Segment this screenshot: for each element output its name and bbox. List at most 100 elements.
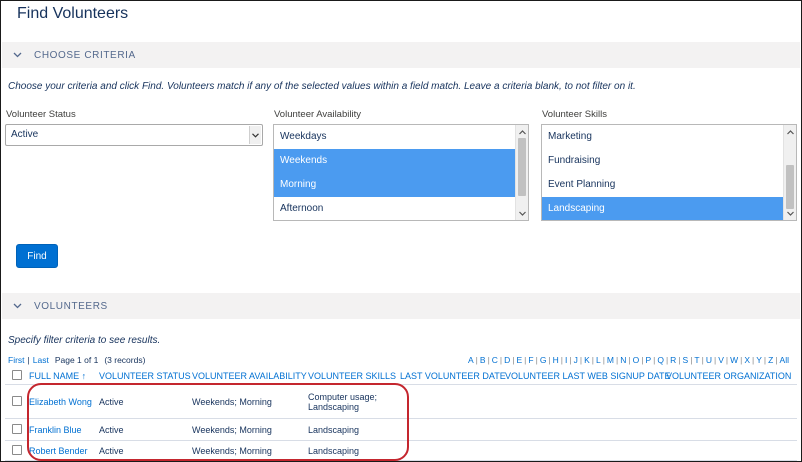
- alpha-letter-d[interactable]: D: [504, 355, 510, 365]
- alpha-letter-all[interactable]: All: [780, 355, 789, 365]
- volunteer-skills-label: Volunteer Skills: [542, 109, 607, 120]
- results-table: FULL NAME ↑ VOLUNTEER STATUS VOLUNTEER A…: [5, 368, 797, 461]
- volunteer-status-label: Volunteer Status: [6, 109, 76, 120]
- alpha-letter-p[interactable]: P: [645, 355, 651, 365]
- first-page-link[interactable]: First: [8, 355, 25, 365]
- alpha-letter-h[interactable]: H: [553, 355, 559, 365]
- alpha-letter-z[interactable]: Z: [768, 355, 773, 365]
- alpha-separator: |: [725, 355, 729, 365]
- page-info: Page 1 of 1: [54, 355, 99, 365]
- scroll-thumb[interactable]: [518, 138, 526, 196]
- alpha-letter-b[interactable]: B: [480, 355, 486, 365]
- availability-option[interactable]: Morning: [274, 173, 528, 197]
- alpha-separator: |: [487, 355, 490, 365]
- status-cell: Active: [99, 396, 124, 407]
- col-full-name[interactable]: FULL NAME ↑: [29, 371, 99, 381]
- alpha-letter-y[interactable]: Y: [756, 355, 762, 365]
- pager: First | Last Page 1 of 1 (3 records): [8, 355, 145, 365]
- volunteer-status-value: Active: [11, 129, 39, 140]
- table-row: Elizabeth Wong Active Weekends; Morning …: [5, 385, 797, 419]
- alpha-letter-q[interactable]: Q: [657, 355, 664, 365]
- alpha-letter-i[interactable]: I: [565, 355, 567, 365]
- col-volunteer-status[interactable]: VOLUNTEER STATUS: [99, 371, 192, 381]
- alpha-separator: |: [579, 355, 583, 365]
- skills-option[interactable]: Marketing: [542, 125, 796, 149]
- alpha-letter-o[interactable]: O: [633, 355, 640, 365]
- criteria-instructions: Choose your criteria and click Find. Vol…: [8, 81, 636, 92]
- col-volunteer-availability[interactable]: VOLUNTEER AVAILABILITY: [192, 371, 308, 381]
- alpha-separator: |: [678, 355, 681, 365]
- alpha-separator: |: [535, 355, 538, 365]
- col-last-web-signup-date[interactable]: VOLUNTEER LAST WEB SIGNUP DATE: [505, 371, 671, 381]
- alpha-separator: |: [775, 355, 778, 365]
- status-cell: Active: [99, 424, 124, 435]
- scroll-down-icon[interactable]: [516, 207, 528, 219]
- alpha-letter-r[interactable]: R: [670, 355, 676, 365]
- skills-line: Computer usage;: [308, 391, 378, 402]
- scroll-up-icon[interactable]: [784, 126, 796, 138]
- chevron-down-icon[interactable]: [10, 299, 24, 313]
- availability-cell: Weekends; Morning: [192, 424, 272, 435]
- alpha-letter-g[interactable]: G: [540, 355, 547, 365]
- last-page-link[interactable]: Last: [33, 355, 49, 365]
- alpha-letter-u[interactable]: U: [706, 355, 712, 365]
- volunteer-status-select[interactable]: Active: [5, 124, 263, 146]
- alpha-separator: |: [628, 355, 631, 365]
- alpha-letter-t[interactable]: T: [694, 355, 699, 365]
- alpha-separator: |: [690, 355, 693, 365]
- skills-option[interactable]: Landscaping: [542, 197, 796, 220]
- alpha-separator: |: [591, 355, 594, 365]
- skills-scrollbar[interactable]: [783, 125, 796, 220]
- alpha-letter-e[interactable]: E: [517, 355, 523, 365]
- col-volunteer-skills[interactable]: VOLUNTEER SKILLS: [308, 371, 400, 381]
- scroll-down-icon[interactable]: [784, 207, 796, 219]
- alpha-letter-l[interactable]: L: [596, 355, 601, 365]
- availability-option[interactable]: Weekdays: [274, 125, 528, 149]
- alpha-letter-v[interactable]: V: [718, 355, 724, 365]
- choose-criteria-header[interactable]: CHOOSE CRITERIA: [2, 42, 800, 68]
- select-all-checkbox[interactable]: [12, 370, 22, 380]
- volunteer-availability-listbox[interactable]: Weekdays Weekends Morning Afternoon: [273, 124, 529, 221]
- alpha-letter-c[interactable]: C: [492, 355, 498, 365]
- alpha-letter-k[interactable]: K: [584, 355, 590, 365]
- row-checkbox[interactable]: [12, 423, 22, 434]
- alpha-letter-a[interactable]: A: [468, 355, 474, 365]
- availability-scrollbar[interactable]: [515, 125, 528, 220]
- volunteer-name-link[interactable]: Elizabeth Wong: [29, 397, 92, 407]
- chevron-down-icon[interactable]: [249, 126, 261, 144]
- volunteers-header[interactable]: VOLUNTEERS: [2, 293, 800, 319]
- alpha-letter-j[interactable]: J: [574, 355, 578, 365]
- availability-option[interactable]: Weekends: [274, 149, 528, 173]
- scroll-up-icon[interactable]: [516, 126, 528, 138]
- availability-option[interactable]: Afternoon: [274, 197, 528, 220]
- alphabet-filter: A | B | C | D | E | F | G | H | I | J | K | L | M | N | O | P | Q | R | S | T |…: [468, 355, 789, 365]
- alpha-separator: |: [602, 355, 605, 365]
- volunteer-skills-listbox[interactable]: Marketing Fundraising Event Planning Landsc…: [541, 124, 797, 221]
- find-button[interactable]: Find: [16, 244, 58, 268]
- chevron-down-icon[interactable]: [10, 48, 24, 62]
- alpha-letter-x[interactable]: X: [744, 355, 750, 365]
- page-title: Find Volunteers: [17, 5, 129, 22]
- alpha-letter-f[interactable]: F: [528, 355, 533, 365]
- alpha-letter-w[interactable]: W: [730, 355, 738, 365]
- alpha-separator: |: [548, 355, 551, 365]
- alpha-separator: |: [752, 355, 755, 365]
- row-checkbox[interactable]: [12, 444, 22, 455]
- alpha-letter-s[interactable]: S: [683, 355, 689, 365]
- alpha-letter-n[interactable]: N: [620, 355, 626, 365]
- col-last-volunteer-date[interactable]: LAST VOLUNTEER DATE: [400, 371, 506, 381]
- alpha-letter-m[interactable]: M: [607, 355, 614, 365]
- row-checkbox[interactable]: [12, 395, 22, 406]
- alpha-separator: |: [560, 355, 564, 365]
- skills-option[interactable]: Event Planning: [542, 173, 796, 197]
- volunteer-name-link[interactable]: Franklin Blue: [29, 425, 82, 435]
- scroll-thumb[interactable]: [786, 165, 794, 209]
- skills-option[interactable]: Fundraising: [542, 149, 796, 173]
- volunteer-name-link[interactable]: Robert Bender: [29, 446, 88, 456]
- availability-options: Weekdays Weekends Morning Afternoon: [274, 125, 528, 220]
- table-header: FULL NAME ↑ VOLUNTEER STATUS VOLUNTEER A…: [5, 368, 797, 385]
- col-volunteer-organization[interactable]: VOLUNTEER ORGANIZATION: [666, 371, 797, 381]
- alpha-separator: |: [616, 355, 619, 365]
- skills-cell: Landscaping: [308, 424, 360, 435]
- alpha-separator: |: [740, 355, 743, 365]
